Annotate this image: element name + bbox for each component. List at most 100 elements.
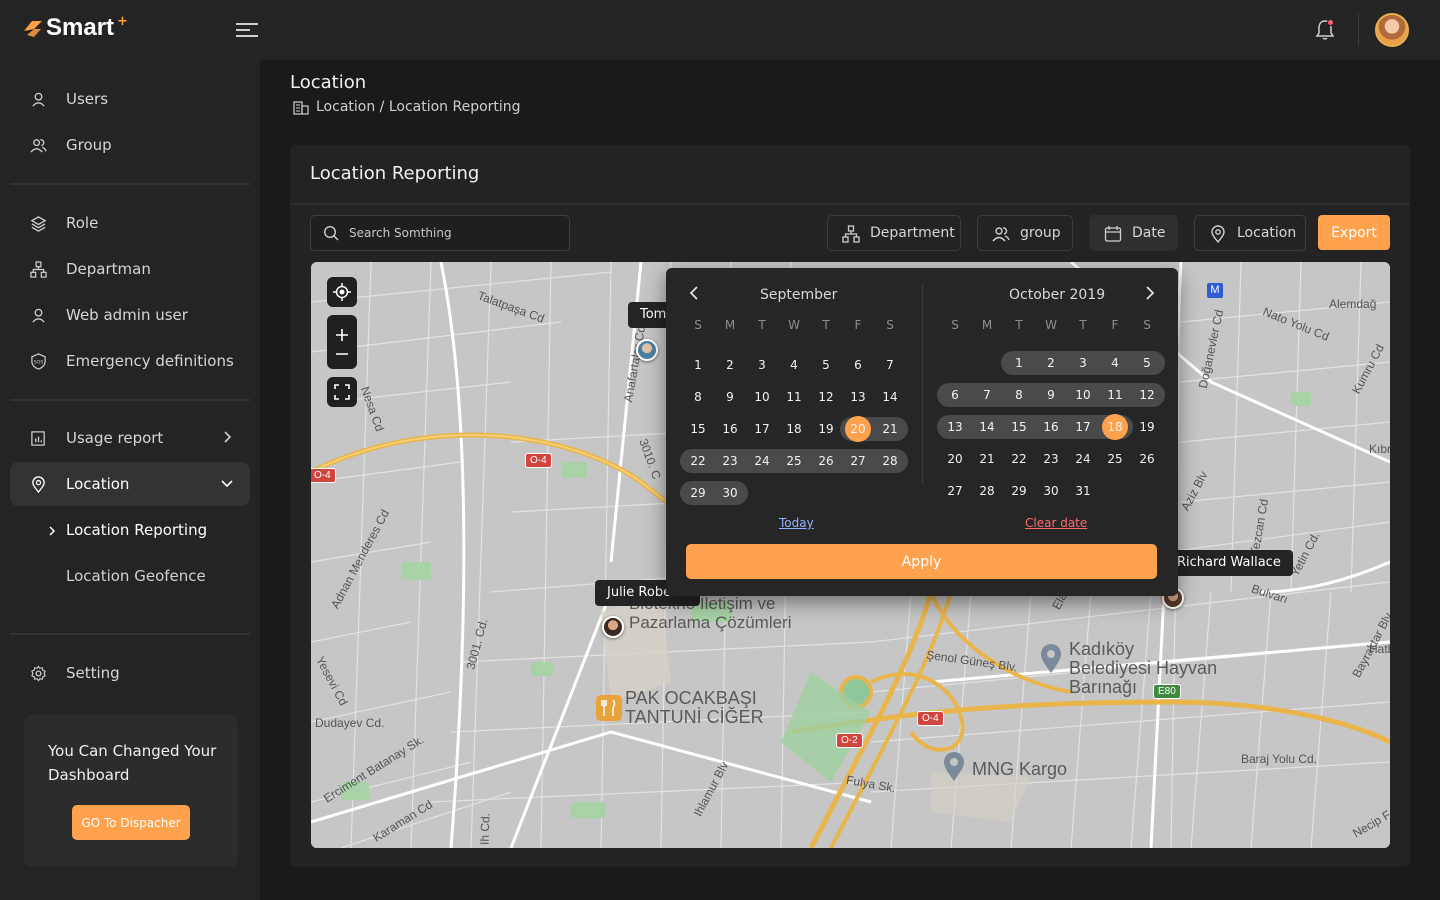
restaurant-icon[interactable]: [596, 695, 622, 721]
calendar-day[interactable]: 27: [939, 479, 971, 503]
calendar-day[interactable]: 25: [778, 449, 810, 473]
poi-label[interactable]: PAK OCAKBAŞI TANTUNİ CİĞER: [625, 689, 775, 727]
calendar-day[interactable]: 8: [682, 385, 714, 409]
hamburger-menu-icon[interactable]: [236, 20, 258, 40]
map-pin-icon[interactable]: [1040, 644, 1062, 674]
calendar-day[interactable]: 15: [682, 417, 714, 441]
apply-button[interactable]: Apply: [686, 544, 1157, 579]
calendar-day[interactable]: 4: [1099, 351, 1131, 375]
calendar-day[interactable]: 11: [778, 385, 810, 409]
calendar-day[interactable]: 8: [1003, 383, 1035, 407]
calendar-day[interactable]: 22: [682, 449, 714, 473]
calendar-day[interactable]: 17: [1067, 415, 1099, 439]
calendar-day[interactable]: 3: [746, 353, 778, 377]
sidebar-item-departman[interactable]: Departman: [10, 247, 250, 291]
calendar-day[interactable]: 13: [842, 385, 874, 409]
zoom-out-icon[interactable]: [335, 352, 349, 356]
calendar-day[interactable]: 20: [842, 417, 874, 441]
poi-label[interactable]: Kadıköy Belediyesi Hayvan Barınağı: [1069, 640, 1219, 697]
calendar-day[interactable]: 4: [778, 353, 810, 377]
search-input[interactable]: [349, 226, 549, 240]
locate-me-button[interactable]: [327, 277, 357, 307]
calendar-day[interactable]: 25: [1099, 447, 1131, 471]
calendar-day[interactable]: 26: [1131, 447, 1163, 471]
calendar-day[interactable]: 18: [778, 417, 810, 441]
calendar-day[interactable]: 6: [939, 383, 971, 407]
go-to-dispatcher-button[interactable]: GO To Dispacher: [72, 805, 190, 840]
calendar-day[interactable]: 7: [874, 353, 906, 377]
sidebar-item-emergency-definitions[interactable]: SOS Emergency definitions: [10, 339, 250, 383]
calendar-day[interactable]: 1: [682, 353, 714, 377]
map-pin-icon[interactable]: [943, 752, 965, 782]
calendar-day[interactable]: 12: [810, 385, 842, 409]
zoom-in-icon[interactable]: [335, 328, 349, 342]
clear-date-link[interactable]: Clear date: [1025, 516, 1087, 530]
calendar-day[interactable]: 11: [1099, 383, 1131, 407]
calendar-day[interactable]: 20: [939, 447, 971, 471]
calendar-day[interactable]: 13: [939, 415, 971, 439]
calendar-day[interactable]: 21: [874, 417, 906, 441]
notification-bell-icon[interactable]: [1314, 18, 1336, 42]
calendar-day[interactable]: 14: [874, 385, 906, 409]
sidebar-item-users[interactable]: Users: [10, 77, 250, 121]
breadcrumb-text[interactable]: Location / Location Reporting: [316, 99, 521, 115]
calendar-day[interactable]: 22: [1003, 447, 1035, 471]
calendar-day[interactable]: 6: [842, 353, 874, 377]
sidebar-item-setting[interactable]: Setting: [10, 651, 250, 695]
poi-label[interactable]: MNG Kargo: [972, 760, 1067, 779]
calendar-day[interactable]: 31: [1067, 479, 1099, 503]
calendar-day[interactable]: 5: [1131, 351, 1163, 375]
calendar-day[interactable]: 24: [746, 449, 778, 473]
calendar-day[interactable]: 30: [714, 481, 746, 505]
calendar-day[interactable]: 21: [971, 447, 1003, 471]
calendar-day[interactable]: 19: [1131, 415, 1163, 439]
calendar-day[interactable]: 29: [1003, 479, 1035, 503]
brand-logo[interactable]: Smart +: [22, 14, 128, 42]
export-button[interactable]: Export: [1318, 215, 1390, 250]
calendar-day[interactable]: 10: [1067, 383, 1099, 407]
calendar-day[interactable]: 29: [682, 481, 714, 505]
sidebar-item-group[interactable]: Group: [10, 123, 250, 167]
calendar-day[interactable]: 15: [1003, 415, 1035, 439]
sidebar-item-location[interactable]: Location: [10, 462, 250, 506]
calendar-day[interactable]: 7: [971, 383, 1003, 407]
chevron-right-icon[interactable]: [1143, 285, 1157, 301]
calendar-day[interactable]: 3: [1067, 351, 1099, 375]
calendar-day[interactable]: 10: [746, 385, 778, 409]
date-filter-button[interactable]: Date: [1089, 215, 1178, 251]
calendar-day[interactable]: 1: [1003, 351, 1035, 375]
calendar-day[interactable]: 9: [1035, 383, 1067, 407]
sidebar-item-web-admin-user[interactable]: Web admin user: [10, 293, 250, 337]
chevron-left-icon[interactable]: [687, 285, 701, 301]
sidebar-item-role[interactable]: Role: [10, 201, 250, 245]
calendar-day[interactable]: 5: [810, 353, 842, 377]
calendar-day[interactable]: 19: [810, 417, 842, 441]
fullscreen-button[interactable]: [327, 377, 357, 407]
calendar-day[interactable]: 18: [1099, 415, 1131, 439]
calendar-day[interactable]: 28: [971, 479, 1003, 503]
calendar-day[interactable]: 2: [714, 353, 746, 377]
calendar-day[interactable]: 16: [714, 417, 746, 441]
calendar-day[interactable]: 27: [842, 449, 874, 473]
calendar-day[interactable]: 23: [714, 449, 746, 473]
calendar-day[interactable]: 24: [1067, 447, 1099, 471]
user-location-marker[interactable]: [602, 616, 624, 638]
sidebar-subitem-location-geofence[interactable]: Location Geofence: [66, 567, 206, 585]
calendar-day[interactable]: 23: [1035, 447, 1067, 471]
group-filter-button[interactable]: group: [977, 215, 1073, 251]
calendar-day[interactable]: 12: [1131, 383, 1163, 407]
location-filter-button[interactable]: Location: [1194, 215, 1306, 251]
calendar-day[interactable]: 26: [810, 449, 842, 473]
calendar-day[interactable]: 14: [971, 415, 1003, 439]
calendar-day[interactable]: 17: [746, 417, 778, 441]
sidebar-item-usage-report[interactable]: Usage report: [10, 416, 250, 460]
calendar-day[interactable]: 16: [1035, 415, 1067, 439]
calendar-day[interactable]: 2: [1035, 351, 1067, 375]
calendar-day[interactable]: 30: [1035, 479, 1067, 503]
user-avatar[interactable]: [1375, 13, 1409, 47]
sidebar-subitem-location-reporting[interactable]: Location Reporting: [66, 521, 207, 539]
calendar-day[interactable]: 28: [874, 449, 906, 473]
today-link[interactable]: Today: [779, 516, 814, 530]
department-filter-button[interactable]: Department: [827, 215, 961, 251]
user-location-marker[interactable]: [636, 339, 658, 361]
